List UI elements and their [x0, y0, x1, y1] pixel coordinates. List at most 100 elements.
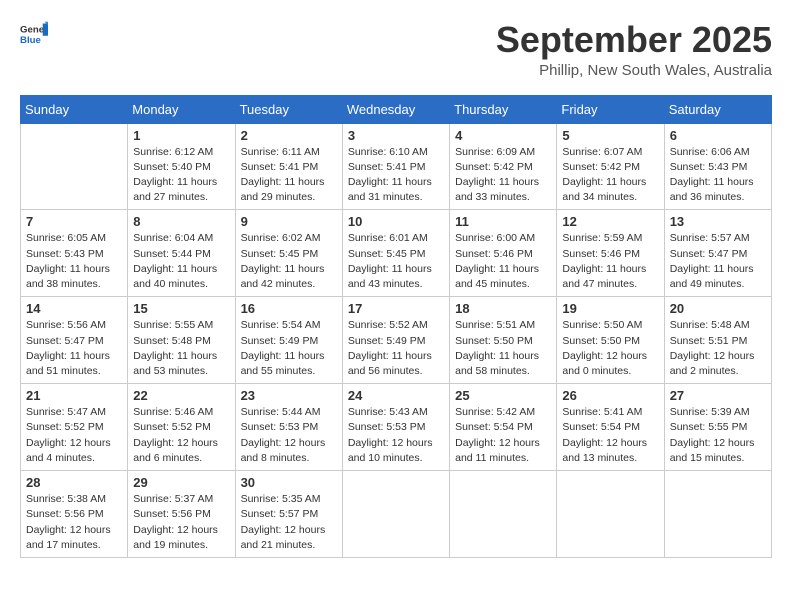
day-info: Sunrise: 5:37 AMSunset: 5:56 PMDaylight:… [133, 492, 229, 553]
day-cell: 28 Sunrise: 5:38 AMSunset: 5:56 PMDayligh… [21, 471, 128, 558]
day-info: Sunrise: 6:07 AMSunset: 5:42 PMDaylight:… [562, 145, 658, 206]
day-info: Sunrise: 5:51 AMSunset: 5:50 PMDaylight:… [455, 318, 551, 379]
day-number: 1 [133, 128, 229, 143]
day-cell: 10Sunrise: 6:01 AMSunset: 5:45 PMDayligh… [342, 210, 449, 297]
day-number: 4 [455, 128, 551, 143]
day-info: Sunrise: 5:38 AMSunset: 5:56 PMDaylight:… [26, 492, 122, 553]
day-number: 28 [26, 475, 122, 490]
day-info: Sunrise: 6:12 AMSunset: 5:40 PMDaylight:… [133, 145, 229, 206]
day-info: Sunrise: 5:35 AMSunset: 5:57 PMDaylight:… [241, 492, 337, 553]
day-number: 15 [133, 301, 229, 316]
day-cell: 4 Sunrise: 6:09 AMSunset: 5:42 PMDaylight… [450, 123, 557, 210]
day-info: Sunrise: 5:44 AMSunset: 5:53 PMDaylight:… [241, 405, 337, 466]
day-cell: 26 Sunrise: 5:41 AMSunset: 5:54 PMDayligh… [557, 384, 664, 471]
day-number: 16 [241, 301, 337, 316]
day-cell: 5 Sunrise: 6:07 AMSunset: 5:42 PMDaylight… [557, 123, 664, 210]
week-row-3: 14Sunrise: 5:56 AMSunset: 5:47 PMDayligh… [21, 297, 772, 384]
day-cell [557, 471, 664, 558]
day-info: Sunrise: 5:47 AMSunset: 5:52 PMDaylight:… [26, 405, 122, 466]
col-header-friday: Friday [557, 95, 664, 123]
day-number: 21 [26, 388, 122, 403]
day-cell: 12 Sunrise: 5:59 AMSunset: 5:46 PMDayligh… [557, 210, 664, 297]
day-number: 2 [241, 128, 337, 143]
day-info: Sunrise: 5:50 AMSunset: 5:50 PMDaylight:… [562, 318, 658, 379]
day-info: Sunrise: 5:54 AMSunset: 5:49 PMDaylight:… [241, 318, 337, 379]
day-number: 19 [562, 301, 658, 316]
day-cell: 19 Sunrise: 5:50 AMSunset: 5:50 PMDayligh… [557, 297, 664, 384]
day-info: Sunrise: 6:10 AMSunset: 5:41 PMDaylight:… [348, 145, 444, 206]
day-number: 13 [670, 214, 766, 229]
day-cell: 30 Sunrise: 5:35 AMSunset: 5:57 PMDayligh… [235, 471, 342, 558]
col-header-saturday: Saturday [664, 95, 771, 123]
day-info: Sunrise: 5:56 AMSunset: 5:47 PMDaylight:… [26, 318, 122, 379]
day-number: 30 [241, 475, 337, 490]
day-cell [450, 471, 557, 558]
day-cell: 8 Sunrise: 6:04 AMSunset: 5:44 PMDaylight… [128, 210, 235, 297]
day-number: 29 [133, 475, 229, 490]
logo-icon: General Blue [20, 20, 48, 48]
week-row-2: 7Sunrise: 6:05 AMSunset: 5:43 PMDaylight… [21, 210, 772, 297]
day-cell: 17Sunrise: 5:52 AMSunset: 5:49 PMDayligh… [342, 297, 449, 384]
day-cell: 9Sunrise: 6:02 AMSunset: 5:45 PMDaylight… [235, 210, 342, 297]
day-cell: 13 Sunrise: 5:57 AMSunset: 5:47 PMDayligh… [664, 210, 771, 297]
day-cell: 14Sunrise: 5:56 AMSunset: 5:47 PMDayligh… [21, 297, 128, 384]
day-cell: 25Sunrise: 5:42 AMSunset: 5:54 PMDayligh… [450, 384, 557, 471]
week-row-5: 28 Sunrise: 5:38 AMSunset: 5:56 PMDayligh… [21, 471, 772, 558]
day-info: Sunrise: 5:57 AMSunset: 5:47 PMDaylight:… [670, 231, 766, 292]
day-cell: 3 Sunrise: 6:10 AMSunset: 5:41 PMDaylight… [342, 123, 449, 210]
calendar-table: SundayMondayTuesdayWednesdayThursdayFrid… [20, 95, 772, 558]
day-number: 3 [348, 128, 444, 143]
day-info: Sunrise: 6:01 AMSunset: 5:45 PMDaylight:… [348, 231, 444, 292]
day-cell: 29 Sunrise: 5:37 AMSunset: 5:56 PMDayligh… [128, 471, 235, 558]
day-info: Sunrise: 6:02 AMSunset: 5:45 PMDaylight:… [241, 231, 337, 292]
day-cell: 6Sunrise: 6:06 AMSunset: 5:43 PMDaylight… [664, 123, 771, 210]
svg-text:Blue: Blue [20, 35, 41, 46]
day-cell: 21 Sunrise: 5:47 AMSunset: 5:52 PMDayligh… [21, 384, 128, 471]
day-info: Sunrise: 6:09 AMSunset: 5:42 PMDaylight:… [455, 145, 551, 206]
day-info: Sunrise: 6:04 AMSunset: 5:44 PMDaylight:… [133, 231, 229, 292]
day-cell: 16 Sunrise: 5:54 AMSunset: 5:49 PMDayligh… [235, 297, 342, 384]
day-info: Sunrise: 5:39 AMSunset: 5:55 PMDaylight:… [670, 405, 766, 466]
day-info: Sunrise: 6:05 AMSunset: 5:43 PMDaylight:… [26, 231, 122, 292]
day-info: Sunrise: 5:41 AMSunset: 5:54 PMDaylight:… [562, 405, 658, 466]
day-cell: 1 Sunrise: 6:12 AMSunset: 5:40 PMDaylight… [128, 123, 235, 210]
day-number: 25 [455, 388, 551, 403]
day-cell [664, 471, 771, 558]
day-number: 26 [562, 388, 658, 403]
day-number: 20 [670, 301, 766, 316]
day-number: 22 [133, 388, 229, 403]
day-info: Sunrise: 5:55 AMSunset: 5:48 PMDaylight:… [133, 318, 229, 379]
day-info: Sunrise: 6:00 AMSunset: 5:46 PMDaylight:… [455, 231, 551, 292]
day-cell: 15 Sunrise: 5:55 AMSunset: 5:48 PMDayligh… [128, 297, 235, 384]
week-row-4: 21 Sunrise: 5:47 AMSunset: 5:52 PMDayligh… [21, 384, 772, 471]
logo: General Blue [20, 20, 48, 48]
title-area: September 2025 Phillip, New South Wales,… [496, 20, 772, 79]
day-number: 27 [670, 388, 766, 403]
week-row-1: 1 Sunrise: 6:12 AMSunset: 5:40 PMDaylight… [21, 123, 772, 210]
day-info: Sunrise: 5:43 AMSunset: 5:53 PMDaylight:… [348, 405, 444, 466]
col-header-sunday: Sunday [21, 95, 128, 123]
day-number: 17 [348, 301, 444, 316]
day-cell: 11Sunrise: 6:00 AMSunset: 5:46 PMDayligh… [450, 210, 557, 297]
day-number: 8 [133, 214, 229, 229]
day-cell: 27 Sunrise: 5:39 AMSunset: 5:55 PMDayligh… [664, 384, 771, 471]
col-header-thursday: Thursday [450, 95, 557, 123]
day-number: 12 [562, 214, 658, 229]
month-title: September 2025 [496, 20, 772, 60]
day-cell: 2 Sunrise: 6:11 AMSunset: 5:41 PMDaylight… [235, 123, 342, 210]
day-info: Sunrise: 5:59 AMSunset: 5:46 PMDaylight:… [562, 231, 658, 292]
day-number: 23 [241, 388, 337, 403]
day-number: 24 [348, 388, 444, 403]
header-row: SundayMondayTuesdayWednesdayThursdayFrid… [21, 95, 772, 123]
day-cell: 22Sunrise: 5:46 AMSunset: 5:52 PMDayligh… [128, 384, 235, 471]
day-info: Sunrise: 6:11 AMSunset: 5:41 PMDaylight:… [241, 145, 337, 206]
col-header-tuesday: Tuesday [235, 95, 342, 123]
day-info: Sunrise: 5:48 AMSunset: 5:51 PMDaylight:… [670, 318, 766, 379]
col-header-monday: Monday [128, 95, 235, 123]
day-cell [21, 123, 128, 210]
day-cell: 7Sunrise: 6:05 AMSunset: 5:43 PMDaylight… [21, 210, 128, 297]
day-info: Sunrise: 6:06 AMSunset: 5:43 PMDaylight:… [670, 145, 766, 206]
location-title: Phillip, New South Wales, Australia [496, 62, 772, 79]
day-number: 18 [455, 301, 551, 316]
day-number: 5 [562, 128, 658, 143]
